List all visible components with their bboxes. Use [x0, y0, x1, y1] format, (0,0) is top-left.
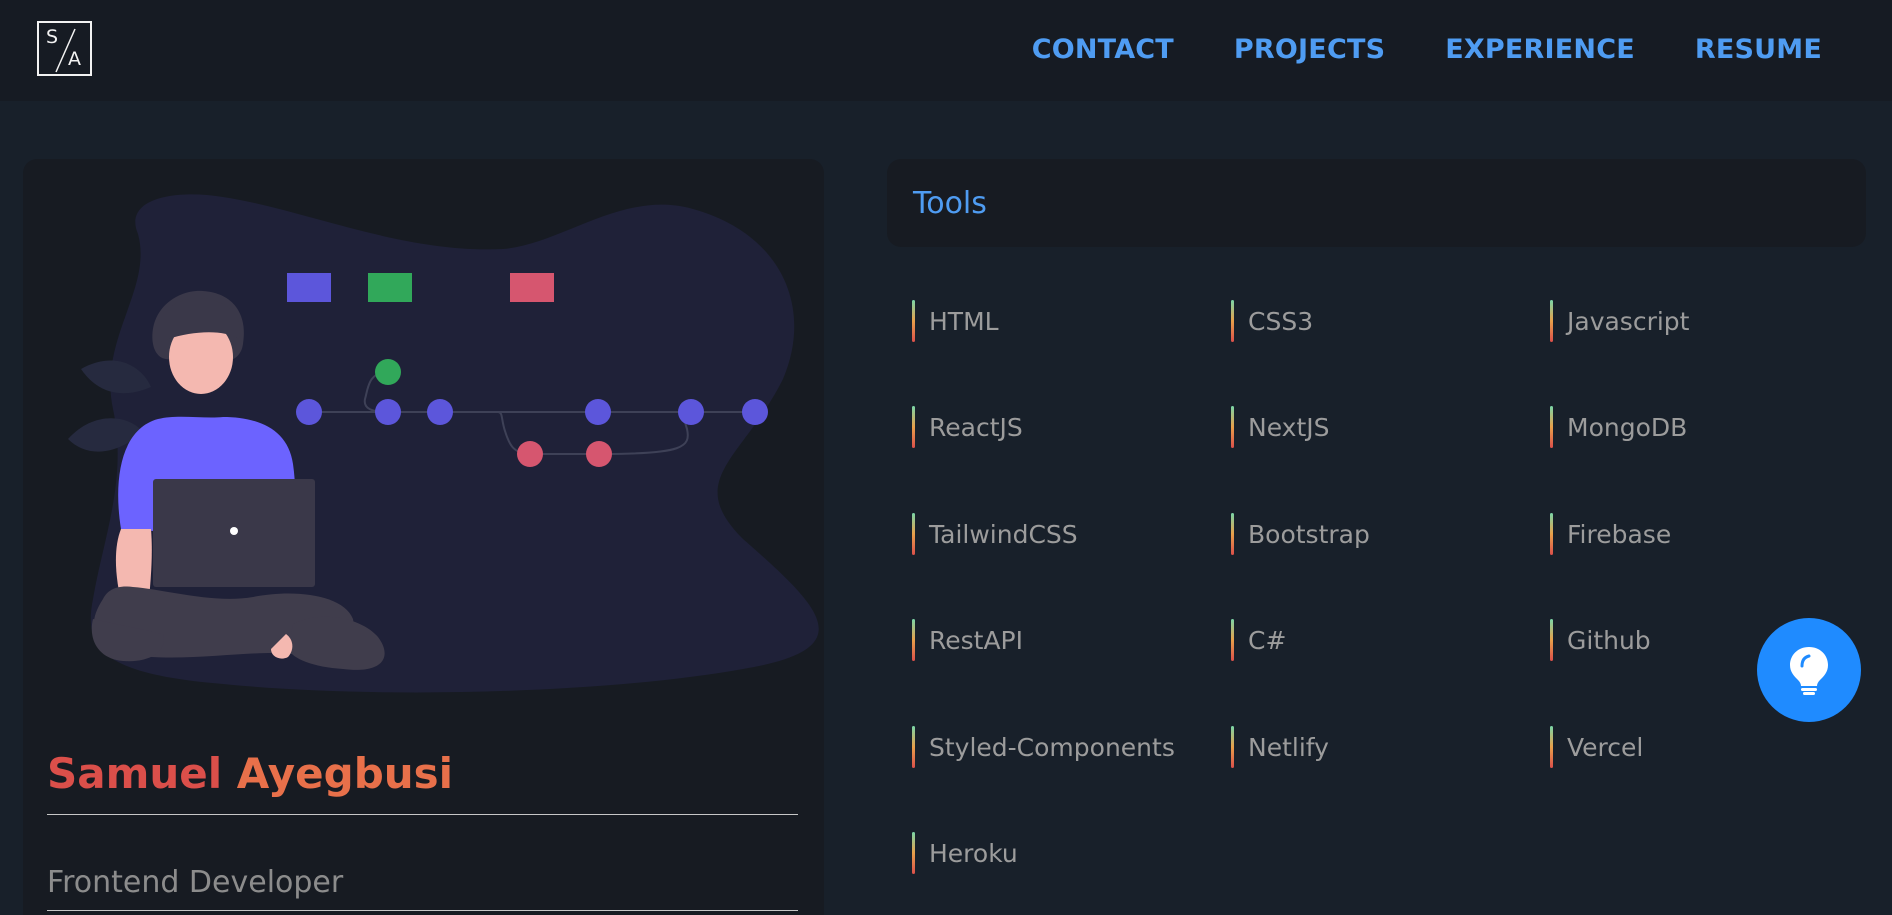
tool-item: TailwindCSS [912, 513, 1078, 555]
tools-title: Tools [913, 186, 987, 221]
tool-label: CSS3 [1248, 306, 1314, 336]
nav-link-experience[interactable]: EXPERIENCE [1445, 34, 1635, 65]
tool-item: MongoDB [1550, 406, 1687, 448]
developer-illustration [68, 194, 819, 693]
tool-item: Github [1550, 619, 1651, 661]
tool-accent-bar [1231, 406, 1234, 448]
tool-label: NextJS [1248, 412, 1330, 442]
tool-accent-bar [1231, 513, 1234, 555]
tool-accent-bar [912, 832, 915, 874]
profile-card: Samuel Ayegbusi Frontend Developer [23, 159, 824, 915]
tool-label: Javascript [1567, 306, 1690, 336]
tool-label: Firebase [1567, 519, 1672, 549]
tool-item: HTML [912, 300, 999, 342]
tool-accent-bar [1550, 726, 1553, 768]
tool-item: Netlify [1231, 726, 1329, 768]
tool-item: Heroku [912, 832, 1018, 874]
theme-toggle-button[interactable] [1757, 618, 1861, 722]
tool-item: Bootstrap [1231, 513, 1370, 555]
tool-label: Heroku [929, 838, 1018, 868]
tool-accent-bar [912, 513, 915, 555]
nav-link-projects[interactable]: PROJECTS [1234, 34, 1385, 65]
name-divider [47, 814, 798, 815]
navbar: S A CONTACT PROJECTS EXPERIENCE RESUME [0, 0, 1892, 101]
tool-label: Vercel [1567, 732, 1644, 762]
tool-label: RestAPI [929, 625, 1024, 655]
tool-accent-bar [1231, 619, 1234, 661]
tool-accent-bar [912, 406, 915, 448]
tool-accent-bar [1231, 726, 1234, 768]
tool-label: MongoDB [1567, 412, 1688, 442]
tool-accent-bar [912, 726, 915, 768]
nav-link-contact[interactable]: CONTACT [1032, 34, 1174, 65]
tool-item: ReactJS [912, 406, 1023, 448]
tool-label: ReactJS [929, 412, 1023, 442]
logo-letter-bottom: A [68, 48, 81, 70]
tool-label: Styled-Components [929, 732, 1175, 762]
tool-item: CSS3 [1231, 300, 1313, 342]
tool-label: HTML [929, 306, 999, 336]
tool-item: Styled-Components [912, 726, 1175, 768]
tool-accent-bar [1550, 300, 1553, 342]
tool-item: RestAPI [912, 619, 1023, 661]
nav-links: CONTACT PROJECTS EXPERIENCE RESUME [1032, 34, 1822, 65]
tool-label: Bootstrap [1248, 519, 1370, 549]
tool-item: Firebase [1550, 513, 1671, 555]
tool-label: C# [1248, 625, 1287, 655]
tool-item: Javascript [1550, 300, 1689, 342]
tool-label: Github [1567, 625, 1651, 655]
tool-accent-bar [1550, 513, 1553, 555]
profile-role: Frontend Developer [47, 865, 344, 900]
last-name: Ayegbusi [236, 749, 454, 798]
tool-label: TailwindCSS [929, 519, 1078, 549]
tool-accent-bar [912, 619, 915, 661]
tool-accent-bar [1550, 619, 1553, 661]
tools-header: Tools [887, 159, 1866, 247]
site-logo[interactable]: S A [37, 21, 92, 76]
tool-accent-bar [1231, 300, 1234, 342]
logo-slash-icon [55, 28, 76, 73]
role-divider [47, 910, 798, 911]
tool-item: NextJS [1231, 406, 1329, 448]
tool-accent-bar [1550, 406, 1553, 448]
tool-item: C# [1231, 619, 1286, 661]
tool-label: Netlify [1248, 732, 1329, 762]
tool-accent-bar [912, 300, 915, 342]
nav-link-resume[interactable]: RESUME [1695, 34, 1822, 65]
lightbulb-icon [1790, 647, 1828, 695]
tool-item: Vercel [1550, 726, 1643, 768]
profile-name: Samuel Ayegbusi [47, 749, 453, 798]
first-name: Samuel [47, 749, 223, 798]
